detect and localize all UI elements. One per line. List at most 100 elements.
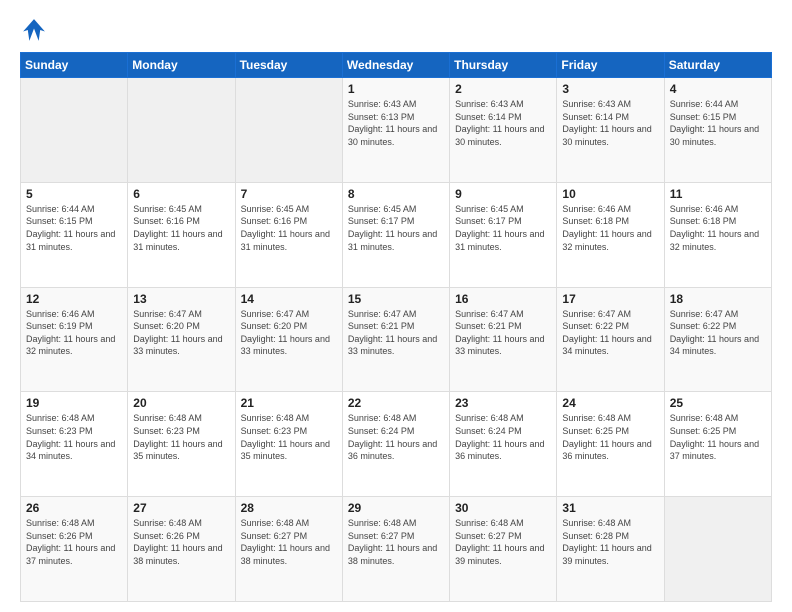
day-info: Sunrise: 6:48 AMSunset: 6:28 PMDaylight:… <box>562 517 658 567</box>
calendar-cell: 2Sunrise: 6:43 AMSunset: 6:14 PMDaylight… <box>450 78 557 183</box>
day-info: Sunrise: 6:48 AMSunset: 6:27 PMDaylight:… <box>241 517 337 567</box>
day-info: Sunrise: 6:48 AMSunset: 6:26 PMDaylight:… <box>133 517 229 567</box>
day-info: Sunrise: 6:48 AMSunset: 6:27 PMDaylight:… <box>455 517 551 567</box>
day-info: Sunrise: 6:48 AMSunset: 6:24 PMDaylight:… <box>348 412 444 462</box>
calendar-cell: 22 Sunrise: 6:48 AMSunset: 6:24 PMDayligh… <box>342 392 449 497</box>
calendar-cell: 6Sunrise: 6:45 AMSunset: 6:16 PMDaylight… <box>128 182 235 287</box>
calendar-week-5: 26 Sunrise: 6:48 AMSunset: 6:26 PMDayligh… <box>21 497 772 602</box>
calendar-cell: 7Sunrise: 6:45 AMSunset: 6:16 PMDaylight… <box>235 182 342 287</box>
day-number: 1 <box>348 82 444 96</box>
day-number: 13 <box>133 292 229 306</box>
calendar-cell: 16 Sunrise: 6:47 AMSunset: 6:21 PMDayligh… <box>450 287 557 392</box>
calendar-cell: 30 Sunrise: 6:48 AMSunset: 6:27 PMDayligh… <box>450 497 557 602</box>
day-info: Sunrise: 6:43 AMSunset: 6:13 PMDaylight:… <box>348 98 444 148</box>
day-number: 27 <box>133 501 229 515</box>
day-number: 19 <box>26 396 122 410</box>
weekday-header-monday: Monday <box>128 53 235 78</box>
day-info: Sunrise: 6:46 AMSunset: 6:18 PMDaylight:… <box>670 203 766 253</box>
page: SundayMondayTuesdayWednesdayThursdayFrid… <box>0 0 792 612</box>
day-info: Sunrise: 6:46 AMSunset: 6:19 PMDaylight:… <box>26 308 122 358</box>
day-info: Sunrise: 6:45 AMSunset: 6:17 PMDaylight:… <box>455 203 551 253</box>
weekday-row: SundayMondayTuesdayWednesdayThursdayFrid… <box>21 53 772 78</box>
calendar-cell: 5 Sunrise: 6:44 AMSunset: 6:15 PMDaylight… <box>21 182 128 287</box>
day-number: 9 <box>455 187 551 201</box>
day-info: Sunrise: 6:48 AMSunset: 6:23 PMDaylight:… <box>26 412 122 462</box>
calendar-cell <box>235 78 342 183</box>
day-info: Sunrise: 6:48 AMSunset: 6:25 PMDaylight:… <box>670 412 766 462</box>
calendar-cell: 21 Sunrise: 6:48 AMSunset: 6:23 PMDayligh… <box>235 392 342 497</box>
calendar-cell: 15 Sunrise: 6:47 AMSunset: 6:21 PMDayligh… <box>342 287 449 392</box>
calendar-cell: 29Sunrise: 6:48 AMSunset: 6:27 PMDayligh… <box>342 497 449 602</box>
calendar-cell: 9 Sunrise: 6:45 AMSunset: 6:17 PMDaylight… <box>450 182 557 287</box>
day-info: Sunrise: 6:46 AMSunset: 6:18 PMDaylight:… <box>562 203 658 253</box>
day-info: Sunrise: 6:45 AMSunset: 6:17 PMDaylight:… <box>348 203 444 253</box>
day-number: 14 <box>241 292 337 306</box>
calendar-cell: 3 Sunrise: 6:43 AMSunset: 6:14 PMDaylight… <box>557 78 664 183</box>
calendar-cell: 1 Sunrise: 6:43 AMSunset: 6:13 PMDaylight… <box>342 78 449 183</box>
logo <box>20 16 52 44</box>
day-number: 24 <box>562 396 658 410</box>
calendar-week-4: 19 Sunrise: 6:48 AMSunset: 6:23 PMDayligh… <box>21 392 772 497</box>
calendar-cell: 26 Sunrise: 6:48 AMSunset: 6:26 PMDayligh… <box>21 497 128 602</box>
calendar-cell: 11 Sunrise: 6:46 AMSunset: 6:18 PMDayligh… <box>664 182 771 287</box>
day-info: Sunrise: 6:48 AMSunset: 6:24 PMDaylight:… <box>455 412 551 462</box>
weekday-header-friday: Friday <box>557 53 664 78</box>
day-number: 3 <box>562 82 658 96</box>
day-number: 15 <box>348 292 444 306</box>
day-info: Sunrise: 6:47 AMSunset: 6:22 PMDaylight:… <box>670 308 766 358</box>
weekday-header-saturday: Saturday <box>664 53 771 78</box>
day-number: 20 <box>133 396 229 410</box>
calendar-cell: 14Sunrise: 6:47 AMSunset: 6:20 PMDayligh… <box>235 287 342 392</box>
calendar-cell: 24 Sunrise: 6:48 AMSunset: 6:25 PMDayligh… <box>557 392 664 497</box>
day-info: Sunrise: 6:47 AMSunset: 6:21 PMDaylight:… <box>348 308 444 358</box>
day-number: 5 <box>26 187 122 201</box>
day-number: 2 <box>455 82 551 96</box>
calendar-cell: 20 Sunrise: 6:48 AMSunset: 6:23 PMDayligh… <box>128 392 235 497</box>
calendar-cell: 27 Sunrise: 6:48 AMSunset: 6:26 PMDayligh… <box>128 497 235 602</box>
weekday-header-wednesday: Wednesday <box>342 53 449 78</box>
day-info: Sunrise: 6:45 AMSunset: 6:16 PMDaylight:… <box>241 203 337 253</box>
day-number: 11 <box>670 187 766 201</box>
day-info: Sunrise: 6:48 AMSunset: 6:23 PMDaylight:… <box>241 412 337 462</box>
calendar-cell <box>664 497 771 602</box>
day-number: 31 <box>562 501 658 515</box>
calendar-cell: 18 Sunrise: 6:47 AMSunset: 6:22 PMDayligh… <box>664 287 771 392</box>
day-number: 26 <box>26 501 122 515</box>
day-number: 22 <box>348 396 444 410</box>
calendar-header: SundayMondayTuesdayWednesdayThursdayFrid… <box>21 53 772 78</box>
day-info: Sunrise: 6:48 AMSunset: 6:25 PMDaylight:… <box>562 412 658 462</box>
day-number: 25 <box>670 396 766 410</box>
calendar-cell: 4Sunrise: 6:44 AMSunset: 6:15 PMDaylight… <box>664 78 771 183</box>
day-number: 16 <box>455 292 551 306</box>
day-info: Sunrise: 6:47 AMSunset: 6:20 PMDaylight:… <box>133 308 229 358</box>
calendar-week-2: 5 Sunrise: 6:44 AMSunset: 6:15 PMDaylight… <box>21 182 772 287</box>
calendar-cell: 10 Sunrise: 6:46 AMSunset: 6:18 PMDayligh… <box>557 182 664 287</box>
calendar-week-1: 1 Sunrise: 6:43 AMSunset: 6:13 PMDaylight… <box>21 78 772 183</box>
day-number: 21 <box>241 396 337 410</box>
calendar-cell: 12 Sunrise: 6:46 AMSunset: 6:19 PMDayligh… <box>21 287 128 392</box>
day-info: Sunrise: 6:44 AMSunset: 6:15 PMDaylight:… <box>26 203 122 253</box>
weekday-header-thursday: Thursday <box>450 53 557 78</box>
day-info: Sunrise: 6:48 AMSunset: 6:26 PMDaylight:… <box>26 517 122 567</box>
day-number: 29 <box>348 501 444 515</box>
day-info: Sunrise: 6:48 AMSunset: 6:23 PMDaylight:… <box>133 412 229 462</box>
calendar-week-3: 12 Sunrise: 6:46 AMSunset: 6:19 PMDayligh… <box>21 287 772 392</box>
header <box>20 16 772 44</box>
day-number: 30 <box>455 501 551 515</box>
day-number: 23 <box>455 396 551 410</box>
day-info: Sunrise: 6:47 AMSunset: 6:21 PMDaylight:… <box>455 308 551 358</box>
day-info: Sunrise: 6:43 AMSunset: 6:14 PMDaylight:… <box>562 98 658 148</box>
day-info: Sunrise: 6:44 AMSunset: 6:15 PMDaylight:… <box>670 98 766 148</box>
day-info: Sunrise: 6:45 AMSunset: 6:16 PMDaylight:… <box>133 203 229 253</box>
calendar-cell: 28Sunrise: 6:48 AMSunset: 6:27 PMDayligh… <box>235 497 342 602</box>
day-number: 12 <box>26 292 122 306</box>
day-number: 18 <box>670 292 766 306</box>
logo-icon <box>20 16 48 44</box>
calendar-cell <box>21 78 128 183</box>
calendar-cell: 23 Sunrise: 6:48 AMSunset: 6:24 PMDayligh… <box>450 392 557 497</box>
weekday-header-tuesday: Tuesday <box>235 53 342 78</box>
calendar-cell: 17Sunrise: 6:47 AMSunset: 6:22 PMDayligh… <box>557 287 664 392</box>
weekday-header-sunday: Sunday <box>21 53 128 78</box>
day-number: 10 <box>562 187 658 201</box>
calendar-cell: 25 Sunrise: 6:48 AMSunset: 6:25 PMDayligh… <box>664 392 771 497</box>
